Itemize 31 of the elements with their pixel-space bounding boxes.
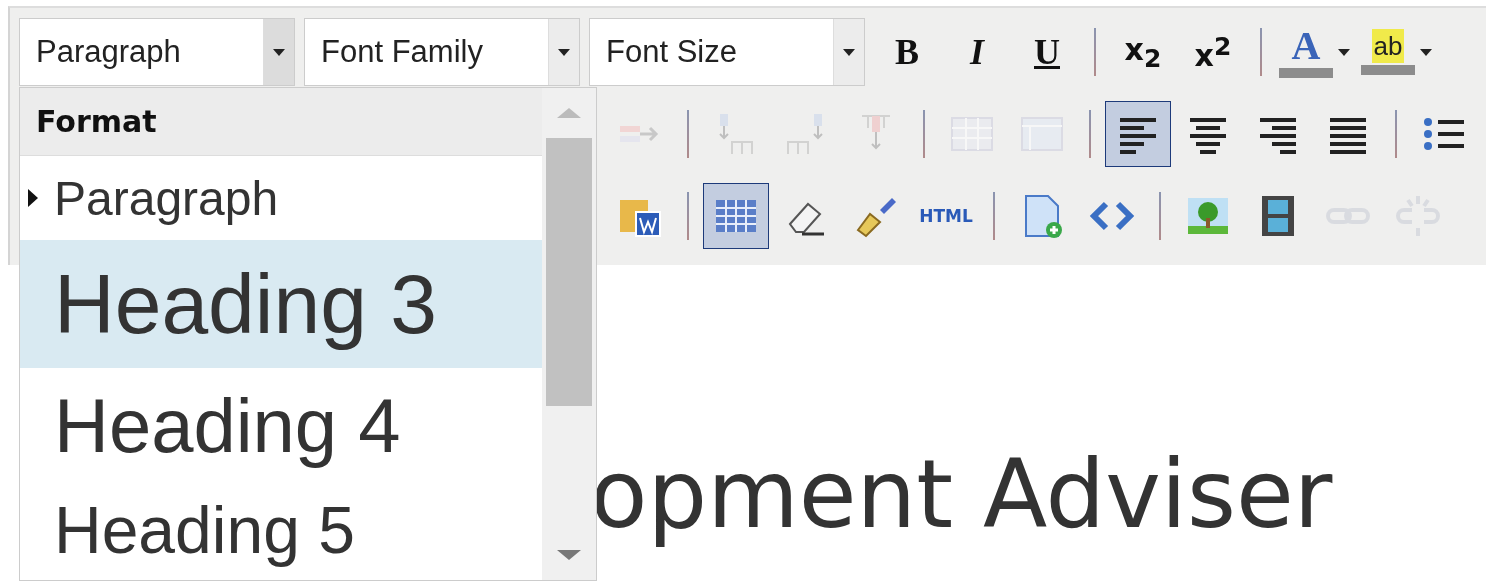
- text-color-button[interactable]: A: [1276, 19, 1336, 85]
- underline-button[interactable]: U: [1014, 19, 1080, 85]
- dropdown-caret[interactable]: [833, 19, 864, 85]
- menu-item[interactable]: Paragraph: [20, 156, 542, 240]
- caret-icon[interactable]: [1420, 48, 1432, 56]
- plain-button[interactable]: x$_{2}$: [1110, 19, 1176, 85]
- dropdown-value: Font Size: [605, 33, 738, 71]
- caret-icon[interactable]: [1338, 48, 1350, 56]
- italic-button[interactable]: I: [944, 19, 1010, 85]
- dropdown-value: Font Family: [320, 33, 484, 71]
- scroll-down-icon[interactable]: [557, 550, 581, 560]
- bold-button[interactable]: B: [874, 19, 940, 85]
- highlight-button[interactable]: ab: [1358, 19, 1418, 85]
- dropdown[interactable]: Font Family: [304, 18, 580, 86]
- dropdown-caret[interactable]: [548, 19, 579, 85]
- current-marker-icon: [28, 189, 38, 207]
- menu-item[interactable]: Heading 3: [20, 240, 542, 368]
- dropdown[interactable]: Font Size: [589, 18, 865, 86]
- table-button[interactable]: [703, 183, 769, 249]
- scroll-thumb[interactable]: [546, 138, 592, 406]
- plain-button[interactable]: x$^{2}$: [1180, 19, 1246, 85]
- dropdown-caret[interactable]: [263, 19, 294, 85]
- menu-title: Format: [20, 88, 542, 156]
- menu-item[interactable]: Heading 5: [20, 482, 542, 578]
- scrollbar[interactable]: [542, 88, 596, 580]
- dropdown-value: Paragraph: [35, 33, 182, 71]
- html-button[interactable]: HTML: [913, 183, 979, 249]
- align-left-button[interactable]: [1105, 101, 1171, 167]
- editor-heading: opment Adviser: [590, 440, 1333, 549]
- menu-item[interactable]: Heading 4: [20, 368, 542, 482]
- dropdown[interactable]: Paragraph: [19, 18, 295, 86]
